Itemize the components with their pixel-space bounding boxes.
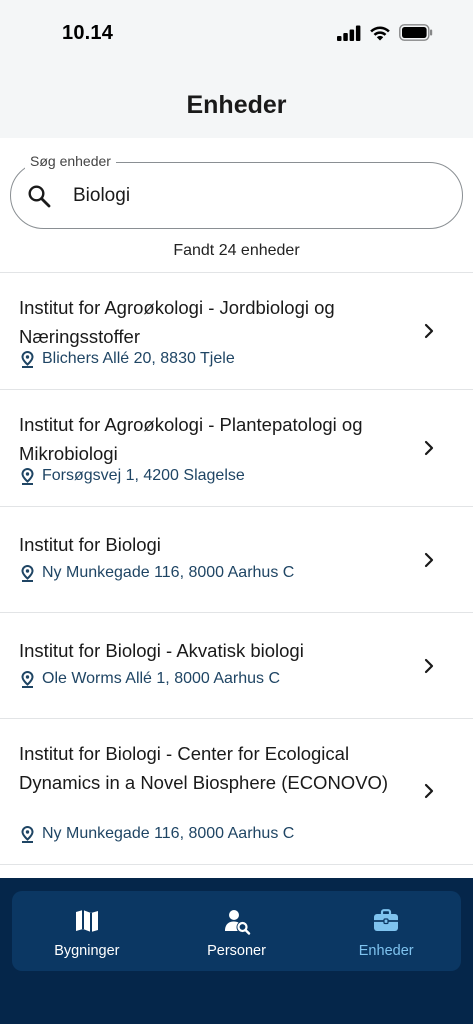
unit-title: Institut for Biologi - Akvatisk biologi xyxy=(19,640,304,661)
search-input[interactable] xyxy=(73,181,433,211)
location-pin-icon xyxy=(21,467,34,485)
search-field[interactable]: Søg enheder xyxy=(10,153,463,229)
result-count: Fandt 24 enheder xyxy=(173,242,300,259)
unit-address-text: Blichers Allé 20, 8830 Tjele xyxy=(42,350,235,367)
tab-label: Enheder xyxy=(358,943,414,959)
location-pin-icon xyxy=(21,564,34,582)
unit-title: Institut for Agroøkologi - Jordbiologi o… xyxy=(19,297,335,347)
location-pin-icon xyxy=(21,825,34,843)
chevron-right-icon xyxy=(424,440,434,456)
unit-address-text: Forsøgsvej 1, 4200 Slagelse xyxy=(42,467,245,484)
tab-label: Personer xyxy=(207,943,266,959)
list-item[interactable]: Institut for Biologi - Center for Ecolog… xyxy=(0,719,473,865)
list-item[interactable]: Institut for Agroøkologi - Plantepatolog… xyxy=(0,390,473,507)
status-icons xyxy=(337,24,433,41)
tab-enheder[interactable]: Enheder xyxy=(311,891,461,971)
status-time: 10.14 xyxy=(62,22,114,44)
chevron-right-icon xyxy=(424,658,434,674)
list-item[interactable]: Institut for Biologi - Akvatisk biologi … xyxy=(0,613,473,719)
tab-personer[interactable]: Personer xyxy=(162,891,312,971)
location-pin-icon xyxy=(21,670,34,688)
briefcase-icon xyxy=(374,909,399,931)
bottom-tab-bar: Bygninger Personer Enheder xyxy=(12,891,461,971)
list-item[interactable]: Institut for Agroøkologi - Jordbiologi o… xyxy=(0,273,473,390)
cellular-signal-icon xyxy=(337,25,361,41)
wifi-icon xyxy=(370,26,390,40)
unit-title: Institut for Biologi xyxy=(19,534,161,555)
search-icon xyxy=(28,185,51,208)
tab-bygninger[interactable]: Bygninger xyxy=(12,891,162,971)
location-pin-icon xyxy=(21,350,34,368)
battery-icon xyxy=(399,24,433,41)
search-label: Søg enheder xyxy=(25,153,116,169)
unit-address-text: Ole Worms Allé 1, 8000 Aarhus C xyxy=(42,670,281,687)
status-bar: 10.14 xyxy=(0,0,473,68)
app-header: Enheder xyxy=(0,68,473,138)
chevron-right-icon xyxy=(424,783,434,799)
chevron-right-icon xyxy=(424,552,434,568)
unit-title: Institut for Agroøkologi - Plantepatolog… xyxy=(19,414,363,464)
unit-list: Institut for Agroøkologi - Jordbiologi o… xyxy=(0,272,473,865)
tab-label: Bygninger xyxy=(54,943,120,959)
unit-address-text: Ny Munkegade 116, 8000 Aarhus C xyxy=(42,825,295,842)
person-search-icon xyxy=(224,910,250,935)
unit-address: Forsøgsvej 1, 4200 Slagelse xyxy=(19,467,245,485)
unit-address: Ole Worms Allé 1, 8000 Aarhus C xyxy=(19,670,280,688)
unit-address-text: Ny Munkegade 116, 8000 Aarhus C xyxy=(42,564,295,581)
list-item[interactable]: Institut for Biologi Ny Munkegade 116, 8… xyxy=(0,507,473,613)
page-title: Enheder xyxy=(186,90,287,119)
chevron-right-icon xyxy=(424,323,434,339)
unit-address: Ny Munkegade 116, 8000 Aarhus C xyxy=(19,825,294,843)
map-icon xyxy=(75,910,98,932)
unit-title: Institut for Biologi - Center for Ecolog… xyxy=(19,743,389,793)
unit-address: Blichers Allé 20, 8830 Tjele xyxy=(19,350,235,368)
unit-address: Ny Munkegade 116, 8000 Aarhus C xyxy=(19,564,294,582)
